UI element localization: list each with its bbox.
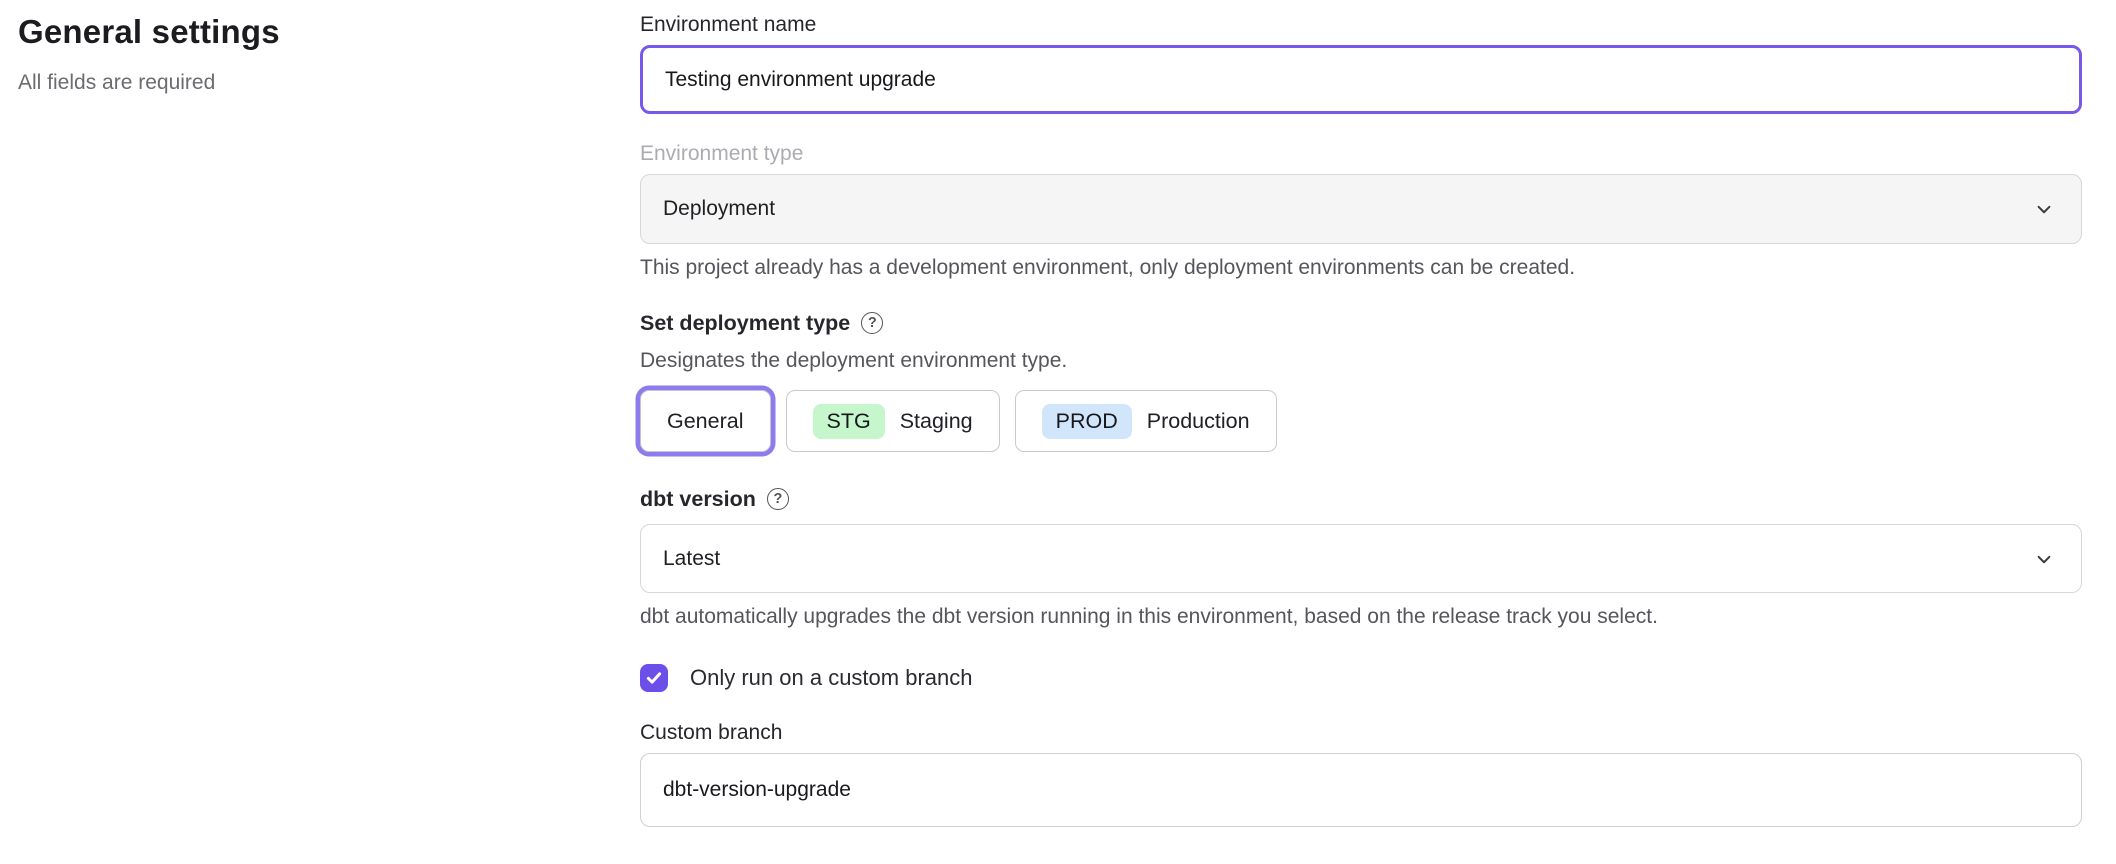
deployment-type-staging-button[interactable]: STG Staging [786,390,1000,452]
page-subtitle: All fields are required [18,71,578,95]
environment-type-value: Deployment [663,197,775,221]
environment-type-helper: This project already has a development e… [640,257,2082,279]
custom-branch-label: Custom branch [640,722,2082,744]
staging-badge: STG [813,404,885,439]
deployment-type-production-button[interactable]: PROD Production [1015,390,1277,452]
custom-branch-input[interactable] [640,753,2082,827]
staging-button-label: Staging [900,409,973,434]
custom-branch-toggle-row: Only run on a custom branch [640,664,2082,692]
deployment-type-label-text: Set deployment type [640,312,850,334]
deployment-type-options: General STG Staging PROD Production [640,390,2082,452]
deployment-type-label: Set deployment type ? [640,312,2082,334]
environment-name-input[interactable] [640,45,2082,114]
environment-settings-form: Environment name Environment type Deploy… [640,14,2082,827]
help-icon[interactable]: ? [767,488,789,510]
environment-type-select[interactable]: Deployment [640,174,2082,244]
checkmark-icon [645,669,663,687]
deployment-type-description: Designates the deployment environment ty… [640,350,2082,372]
page-title: General settings [18,12,578,52]
custom-branch-checkbox[interactable] [640,664,668,692]
production-button-label: Production [1147,409,1250,434]
settings-header: General settings All fields are required [18,12,578,95]
dbt-version-helper: dbt automatically upgrades the dbt versi… [640,606,2082,628]
environment-type-label: Environment type [640,143,2082,165]
chevron-down-icon [2031,546,2057,572]
chevron-down-icon [2031,196,2057,222]
production-badge: PROD [1042,404,1132,439]
dbt-version-label: dbt version ? [640,488,2082,510]
general-button-label: General [667,409,744,434]
help-icon[interactable]: ? [861,312,883,334]
dbt-version-select[interactable]: Latest [640,524,2082,593]
custom-branch-toggle-label[interactable]: Only run on a custom branch [690,665,972,691]
deployment-type-general-button[interactable]: General [640,390,771,452]
environment-name-label: Environment name [640,14,2082,36]
dbt-version-value: Latest [663,547,720,571]
dbt-version-label-text: dbt version [640,488,756,510]
